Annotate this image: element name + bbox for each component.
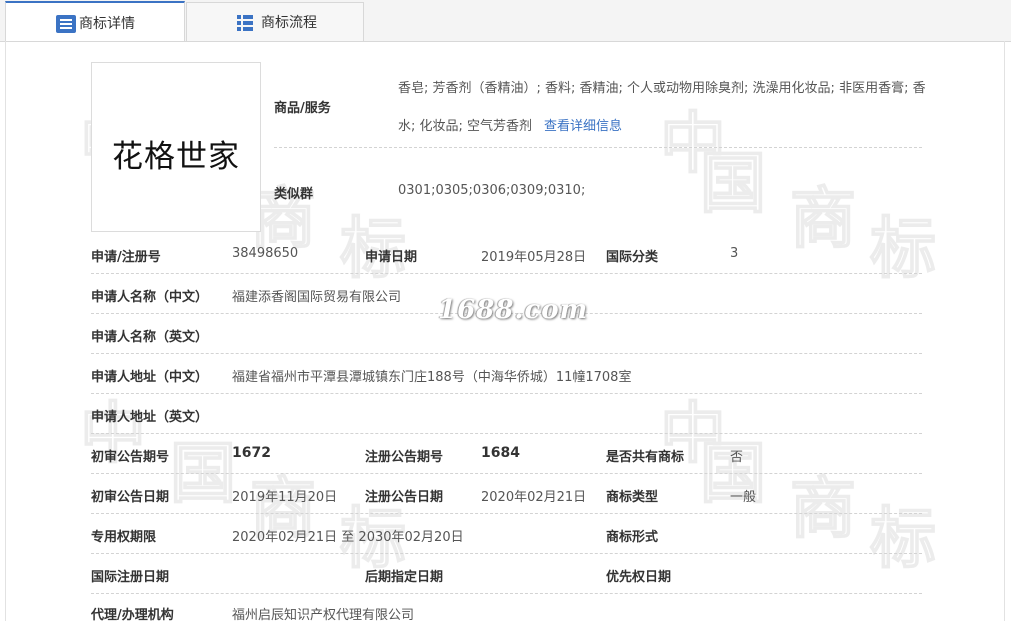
- priority-date-label: 优先权日期: [606, 570, 672, 585]
- reg-no-label: 申请/注册号: [91, 250, 161, 265]
- intl-class-value: 3: [730, 246, 739, 261]
- goods-services-label: 商品/服务: [274, 101, 331, 116]
- tm-type-value: 一般: [730, 490, 757, 505]
- row-divider: [91, 353, 922, 354]
- apply-date-value: 2019年05月28日: [481, 250, 587, 265]
- goods-services-text: 香皂; 芳香剂（香精油）; 香料; 香精油; 个人或动物用除臭剂; 洗澡用化妆品…: [398, 81, 926, 134]
- tab-trademark-process[interactable]: 商标流程: [186, 2, 364, 41]
- row-divider: [274, 147, 922, 148]
- similar-group-label: 类似群: [274, 187, 314, 202]
- address-cn-label: 申请人地址（中文）: [91, 370, 209, 385]
- similar-group-value: 0301;0305;0306;0309;0310;: [398, 183, 586, 198]
- agent-label: 代理/办理机构: [91, 608, 174, 623]
- prelim-issue-value: 1672: [232, 445, 271, 461]
- applicant-cn-label: 申请人名称（中文）: [91, 290, 209, 305]
- reg-issue-label: 注册公告期号: [365, 450, 444, 465]
- list-icon: [56, 15, 76, 37]
- later-date-label: 后期指定日期: [365, 570, 444, 585]
- row-divider: [91, 473, 922, 474]
- row-divider: [91, 553, 922, 554]
- tab-bar: 商标详情 商标流程: [0, 0, 1011, 42]
- agent-value: 福州启辰知识产权代理有限公司: [232, 608, 415, 623]
- address-en-label: 申请人地址（英文）: [91, 410, 209, 425]
- applicant-cn-value: 福建添香阁国际贸易有限公司: [232, 290, 402, 305]
- exclusive-period-value: 2020年02月21日 至 2030年02月20日: [232, 530, 464, 545]
- tab-label: 商标详情: [79, 15, 135, 32]
- grid-icon: [237, 15, 253, 35]
- trademark-image-text: 花格世家: [112, 139, 240, 175]
- prelim-date-label: 初审公告日期: [91, 490, 170, 505]
- reg-no-value: 38498650: [232, 246, 299, 261]
- row-divider: [91, 593, 922, 594]
- view-details-link[interactable]: 查看详细信息: [544, 119, 622, 134]
- apply-date-label: 申请日期: [365, 250, 418, 265]
- intl-class-label: 国际分类: [606, 250, 659, 265]
- address-cn-value: 福建省福州市平潭县潭城镇东门庄188号（中海华侨城）11幢1708室: [232, 370, 632, 385]
- trademark-image: 花格世家: [91, 62, 261, 232]
- reg-date-label: 注册公告日期: [365, 490, 444, 505]
- applicant-en-label: 申请人名称（英文）: [91, 330, 209, 345]
- row-divider: [91, 393, 922, 394]
- exclusive-period-label: 专用权期限: [91, 530, 157, 545]
- shared-label: 是否共有商标: [606, 450, 685, 465]
- row-divider: [91, 513, 922, 514]
- goods-services-value: 香皂; 芳香剂（香精油）; 香料; 香精油; 个人或动物用除臭剂; 洗澡用化妆品…: [398, 70, 928, 146]
- tm-form-label: 商标形式: [606, 530, 659, 545]
- row-divider: [91, 433, 922, 434]
- tab-trademark-details[interactable]: 商标详情: [5, 1, 185, 42]
- shared-value: 否: [730, 450, 744, 465]
- reg-issue-value: 1684: [481, 445, 520, 461]
- tab-label: 商标流程: [261, 15, 317, 31]
- prelim-issue-label: 初审公告期号: [91, 450, 170, 465]
- site-watermark: 1688.com: [438, 295, 589, 325]
- intl-reg-date-label: 国际注册日期: [91, 570, 170, 585]
- tm-type-label: 商标类型: [606, 490, 659, 505]
- prelim-date-value: 2019年11月20日: [232, 490, 338, 505]
- reg-date-value: 2020年02月21日: [481, 490, 587, 505]
- row-divider: [91, 273, 922, 274]
